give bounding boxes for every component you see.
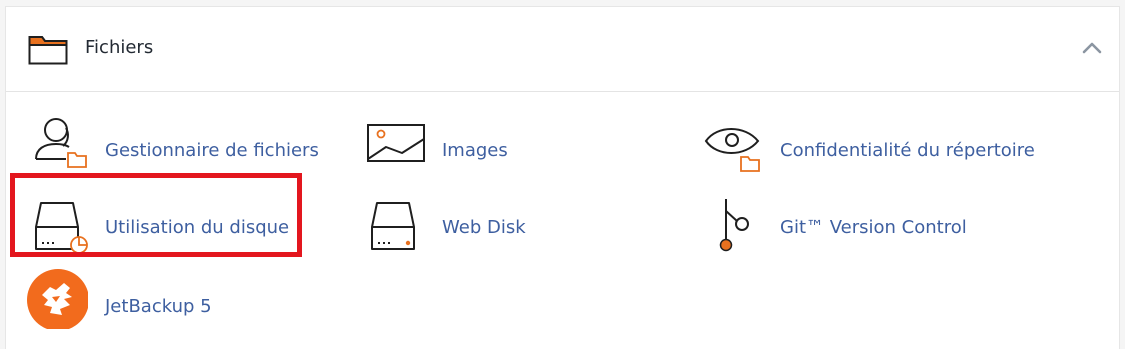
item-label: Images	[442, 140, 508, 161]
directory-privacy-item[interactable]: Confidentialité du répertoire	[703, 119, 1063, 179]
git-version-control-item[interactable]: Git™ Version Control	[706, 195, 1006, 255]
directory-privacy-icon	[704, 128, 760, 172]
item-label: Utilisation du disque	[105, 217, 290, 238]
item-label: Web Disk	[442, 217, 526, 238]
panel-title: Fichiers	[85, 37, 154, 58]
item-label: JetBackup 5	[105, 296, 212, 317]
disk-usage-icon	[35, 202, 88, 254]
images-item[interactable]: Images	[366, 121, 566, 181]
chevron-up-icon[interactable]	[1081, 39, 1103, 57]
file-manager-item[interactable]: Gestionnaire de fichiers	[28, 115, 328, 175]
images-icon	[367, 124, 425, 162]
folder-icon	[28, 36, 68, 65]
panel-header[interactable]: Fichiers	[6, 7, 1119, 92]
item-label: Confidentialité du répertoire	[780, 140, 1035, 161]
file-manager-icon	[35, 118, 87, 168]
jetbackup-icon	[27, 269, 88, 329]
item-label: Gestionnaire de fichiers	[105, 140, 319, 161]
web-disk-item[interactable]: Web Disk	[368, 197, 568, 257]
disk-usage-item[interactable]: Utilisation du disque	[32, 197, 312, 257]
jetbackup-item[interactable]: JetBackup 5	[26, 269, 266, 329]
web-disk-icon	[371, 202, 415, 250]
files-panel: Fichiers Gestionnaire de fichiers Images	[5, 6, 1120, 349]
item-label: Git™ Version Control	[780, 217, 967, 238]
git-version-control-icon	[719, 199, 749, 252]
